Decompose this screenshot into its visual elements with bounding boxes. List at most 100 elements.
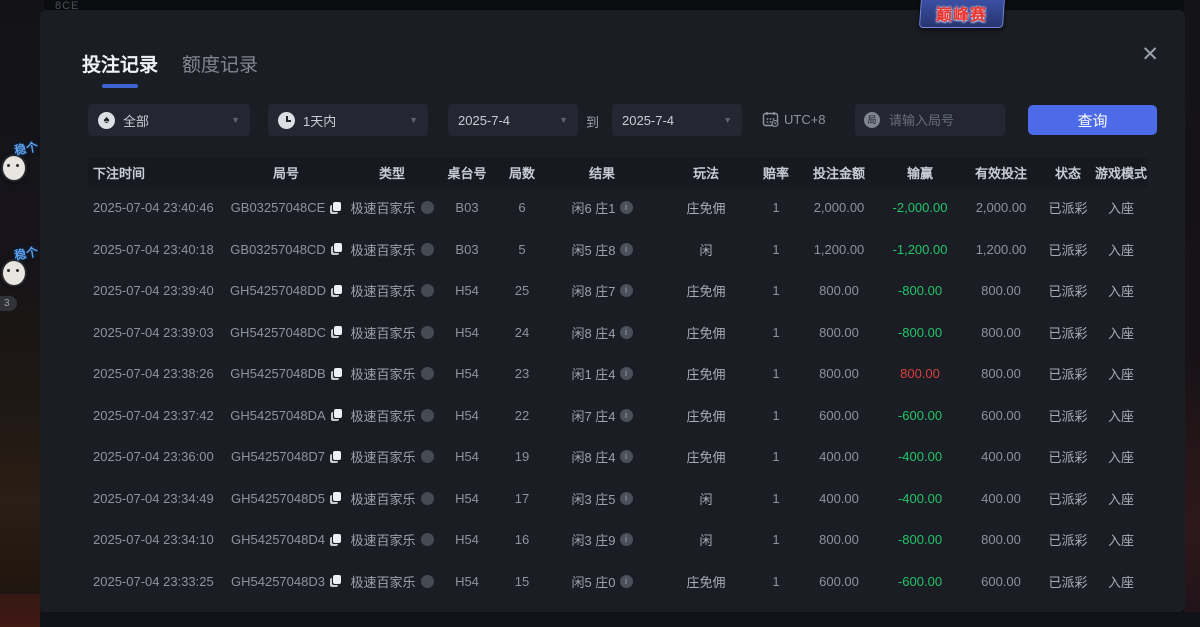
- game-type: 极速百家乐: [348, 406, 436, 425]
- bet-time: 2025-07-04 23:40:18: [88, 242, 224, 257]
- result-info-icon[interactable]: i: [620, 367, 633, 380]
- win-loss: -2,000.00: [880, 200, 960, 215]
- game-mode: 入座: [1094, 240, 1148, 259]
- table-no: H54: [436, 408, 498, 423]
- round-id: GH54257048D3: [224, 574, 348, 589]
- status: 已派彩: [1042, 572, 1094, 591]
- game-type-dot-icon: [421, 492, 434, 505]
- round-search-input[interactable]: [887, 112, 996, 129]
- game-mode: 入座: [1094, 572, 1148, 591]
- game-type-dot-icon: [421, 243, 434, 256]
- bet-amount: 800.00: [798, 532, 880, 547]
- round-id: GB03257048CE: [224, 200, 348, 215]
- timezone-label: UTC+8: [784, 112, 826, 127]
- valid-bet: 800.00: [960, 283, 1042, 298]
- clock-icon: [278, 112, 295, 129]
- column-header: 局号: [224, 163, 348, 182]
- play-type: 庄免佣: [658, 323, 754, 342]
- result: 闲1 庄4i: [546, 364, 658, 383]
- bet-time: 2025-07-04 23:34:49: [88, 491, 224, 506]
- tab-betting-records[interactable]: 投注记录: [82, 50, 158, 88]
- result: 闲7 庄4i: [546, 406, 658, 425]
- chevron-down-icon: ▼: [559, 115, 568, 125]
- round-count: 23: [498, 366, 546, 381]
- game-mode: 入座: [1094, 281, 1148, 300]
- result-info-icon[interactable]: i: [620, 409, 633, 422]
- result-info-icon[interactable]: i: [620, 284, 633, 297]
- table-row: 2025-07-04 23:37:42GH54257048DA极速百家乐H542…: [88, 395, 1148, 437]
- copy-icon[interactable]: [330, 534, 341, 546]
- date-to-select[interactable]: 2025-7-4 ▼: [612, 104, 742, 136]
- tab-quota-records[interactable]: 额度记录: [182, 50, 258, 88]
- win-loss: -800.00: [880, 325, 960, 340]
- bet-amount: 600.00: [798, 574, 880, 589]
- time-range-select[interactable]: 1天内 ▼: [268, 104, 428, 136]
- bet-amount: 400.00: [798, 491, 880, 506]
- copy-icon[interactable]: [331, 409, 342, 421]
- copy-icon[interactable]: [331, 285, 342, 297]
- copy-icon[interactable]: [331, 243, 342, 255]
- result-info-icon[interactable]: i: [620, 326, 633, 339]
- column-header: 玩法: [658, 163, 754, 182]
- date-from-select[interactable]: 2025-7-4 ▼: [448, 104, 578, 136]
- copy-icon[interactable]: [330, 492, 341, 504]
- odds: 1: [754, 325, 798, 340]
- round-id: GB03257048CD: [224, 242, 348, 257]
- timezone-indicator: UTC+8: [762, 111, 826, 128]
- result-info-icon[interactable]: i: [620, 533, 633, 546]
- play-type: 庄免佣: [658, 198, 754, 217]
- tournament-badge[interactable]: 巅峰赛: [919, 0, 1005, 28]
- result-info-icon[interactable]: i: [620, 575, 633, 588]
- status: 已派彩: [1042, 447, 1094, 466]
- odds: 1: [754, 491, 798, 506]
- game-type-dot-icon: [421, 409, 434, 422]
- close-icon[interactable]: ✕: [1141, 44, 1159, 65]
- copy-icon[interactable]: [330, 451, 341, 463]
- round-count: 17: [498, 491, 546, 506]
- game-type-select[interactable]: ♠ 全部 ▼: [88, 104, 250, 136]
- win-loss: -600.00: [880, 574, 960, 589]
- result-info-icon[interactable]: i: [620, 492, 633, 505]
- background-bottom-strip: [40, 612, 1200, 627]
- play-type: 闲: [658, 489, 754, 508]
- valid-bet: 800.00: [960, 325, 1042, 340]
- result-info-icon[interactable]: i: [620, 243, 633, 256]
- play-type: 庄免佣: [658, 572, 754, 591]
- round-id: GH54257048D5: [224, 491, 348, 506]
- status: 已派彩: [1042, 198, 1094, 217]
- table-row: 2025-07-04 23:39:40GH54257048DD极速百家乐H542…: [88, 270, 1148, 312]
- table-no: H54: [436, 283, 498, 298]
- bet-time: 2025-07-04 23:39:40: [88, 283, 224, 298]
- copy-icon[interactable]: [330, 575, 341, 587]
- copy-icon[interactable]: [330, 202, 341, 214]
- bet-time: 2025-07-04 23:39:03: [88, 325, 224, 340]
- round-count: 16: [498, 532, 546, 547]
- game-mode: 入座: [1094, 530, 1148, 549]
- result: 闲8 庄7i: [546, 281, 658, 300]
- table-row: 2025-07-04 23:40:18GB03257048CD极速百家乐B035…: [88, 229, 1148, 271]
- background-stream-right: [1184, 0, 1200, 627]
- bet-time: 2025-07-04 23:34:10: [88, 532, 224, 547]
- odds: 1: [754, 242, 798, 257]
- table-no: B03: [436, 242, 498, 257]
- odds: 1: [754, 283, 798, 298]
- round-count: 25: [498, 283, 546, 298]
- valid-bet: 1,200.00: [960, 242, 1042, 257]
- column-header: 状态: [1042, 163, 1094, 182]
- result-info-icon[interactable]: i: [620, 450, 633, 463]
- copy-icon[interactable]: [331, 326, 342, 338]
- result-info-icon[interactable]: i: [620, 201, 633, 214]
- result: 闲6 庄1i: [546, 198, 658, 217]
- bet-time: 2025-07-04 23:36:00: [88, 449, 224, 464]
- copy-icon[interactable]: [331, 368, 342, 380]
- betting-records-table: 下注时间局号类型桌台号局数结果玩法赔率投注金额输赢有效投注状态游戏模式 2025…: [88, 158, 1148, 602]
- query-button[interactable]: 查询: [1028, 105, 1157, 135]
- table-row: 2025-07-04 23:38:26GH54257048DB极速百家乐H542…: [88, 353, 1148, 395]
- odds: 1: [754, 574, 798, 589]
- status: 已派彩: [1042, 364, 1094, 383]
- result: 闲8 庄4i: [546, 447, 658, 466]
- bet-amount: 800.00: [798, 283, 880, 298]
- round-count: 6: [498, 200, 546, 215]
- column-header: 游戏模式: [1094, 163, 1148, 182]
- result: 闲5 庄0i: [546, 572, 658, 591]
